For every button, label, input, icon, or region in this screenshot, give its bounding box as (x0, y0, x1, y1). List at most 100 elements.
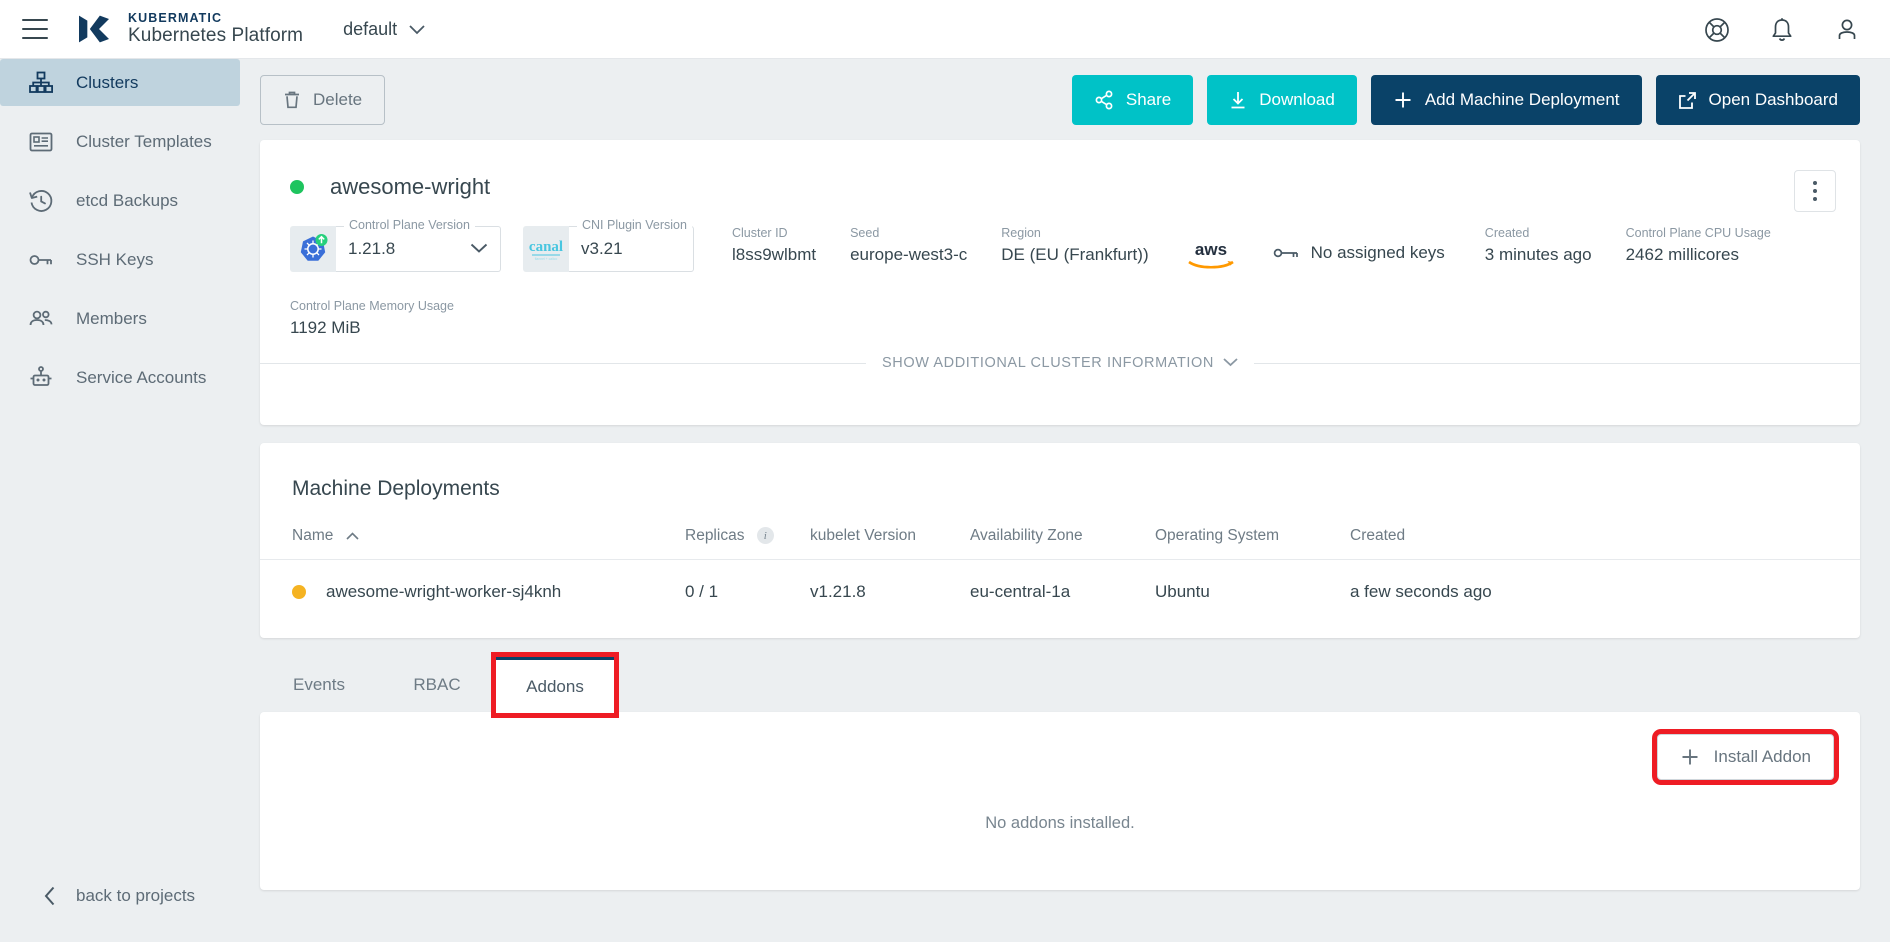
machine-deployments-table: Name Replicas i kubelet Version Availabi… (260, 527, 1860, 602)
add-machine-deployment-button[interactable]: Add Machine Deployment (1371, 75, 1642, 125)
svg-text:aws: aws (1195, 240, 1227, 259)
cni-plugin-version-label: CNI Plugin Version (577, 218, 692, 232)
brand-logo: KUBERMATIC Kubernetes Platform (74, 9, 303, 49)
sidebar-item-etcd-backups[interactable]: etcd Backups (0, 177, 248, 224)
hamburger-icon[interactable] (22, 19, 48, 39)
memory-usage-block: Control Plane Memory Usage 1192 MiB (260, 299, 1826, 338)
provider-block: aws (1183, 238, 1239, 277)
canal-logo-icon: canal flannel + calico (523, 226, 569, 272)
seed-label: Seed (850, 226, 967, 240)
show-more-toggle[interactable]: SHOW ADDITIONAL CLUSTER INFORMATION (866, 355, 1254, 371)
back-to-projects-link[interactable]: back to projects (0, 886, 248, 906)
machine-deployments-title: Machine Deployments (260, 443, 1860, 501)
chevron-down-icon (1223, 355, 1238, 371)
cell-kubelet-version: v1.21.8 (810, 560, 970, 603)
cpu-usage-value: 2462 millicores (1626, 245, 1771, 265)
cluster-status-dot (290, 180, 304, 194)
cell-replicas: 0 / 1 (685, 560, 810, 603)
memory-usage-label: Control Plane Memory Usage (290, 299, 1826, 313)
project-selector[interactable]: default (343, 19, 425, 40)
show-additional-cluster-information[interactable]: SHOW ADDITIONAL CLUSTER INFORMATION (260, 355, 1860, 371)
tab-label: Addons (526, 677, 584, 697)
share-icon (1094, 90, 1114, 110)
install-addon-label: Install Addon (1714, 747, 1811, 767)
svg-text:flannel + calico: flannel + calico (535, 257, 558, 261)
control-plane-version-field[interactable]: Control Plane Version 1.21.8 (290, 226, 501, 272)
machine-deployment-status-dot (292, 585, 306, 599)
tab-label: RBAC (413, 675, 460, 695)
sidebar-item-label: Members (76, 309, 147, 329)
ssh-keys-row: No assigned keys (1273, 243, 1445, 263)
addons-empty-message: No addons installed. (260, 814, 1860, 833)
ssh-keys-icon (28, 247, 54, 273)
sidebar-item-ssh-keys[interactable]: SSH Keys (0, 236, 248, 283)
region-label: Region (1001, 226, 1148, 240)
project-selector-label: default (343, 19, 397, 40)
cluster-templates-icon (28, 129, 54, 155)
cni-plugin-version-field: canal flannel + calico CNI Plugin Versio… (523, 226, 694, 272)
install-addon-button[interactable]: Install Addon (1657, 734, 1834, 780)
notifications-icon[interactable] (1769, 17, 1795, 43)
cpu-usage-block: Control Plane CPU Usage 2462 millicores (1626, 226, 1771, 265)
addons-panel: Install Addon No addons installed. (260, 712, 1860, 890)
machine-deployment-name: awesome-wright-worker-sj4knh (326, 582, 561, 602)
cluster-id-label: Cluster ID (732, 226, 816, 240)
cluster-more-options-button[interactable] (1794, 170, 1836, 212)
sidebar-item-label: SSH Keys (76, 250, 153, 270)
cluster-id-value: l8ss9wlbmt (732, 245, 816, 265)
show-more-label: SHOW ADDITIONAL CLUSTER INFORMATION (882, 355, 1214, 371)
region-block: Region DE (EU (Frankfurt)) (1001, 226, 1148, 265)
cluster-meta-row: Control Plane Version 1.21.8 canal flann… (260, 200, 1860, 277)
cluster-name: awesome-wright (330, 174, 490, 200)
download-icon (1229, 90, 1247, 110)
topbar-icons (1704, 0, 1860, 59)
sidebar-item-label: Service Accounts (76, 368, 206, 388)
table-header-row: Name Replicas i kubelet Version Availabi… (260, 527, 1860, 560)
region-value: DE (EU (Frankfurt)) (1001, 245, 1148, 265)
sidebar-item-members[interactable]: Members (0, 295, 248, 342)
open-dashboard-label: Open Dashboard (1709, 90, 1838, 110)
share-button[interactable]: Share (1072, 75, 1193, 125)
open-dashboard-button[interactable]: Open Dashboard (1656, 75, 1860, 125)
seed-value: europe-west3-c (850, 245, 967, 265)
sidebar-item-cluster-templates[interactable]: Cluster Templates (0, 118, 248, 165)
cell-availability-zone: eu-central-1a (970, 560, 1155, 603)
column-header-created: Created (1350, 527, 1860, 560)
members-icon (28, 306, 54, 332)
sidebar-item-service-accounts[interactable]: Service Accounts (0, 354, 248, 401)
column-header-name[interactable]: Name (260, 527, 685, 560)
user-account-icon[interactable] (1834, 17, 1860, 43)
sort-ascending-icon (346, 527, 359, 545)
created-value: 3 minutes ago (1485, 245, 1592, 265)
sidebar-item-clusters[interactable]: Clusters (0, 59, 240, 106)
cell-operating-system: Ubuntu (1155, 560, 1350, 603)
trash-icon (283, 90, 301, 110)
cluster-id-block: Cluster ID l8ss9wlbmt (732, 226, 816, 265)
machine-deployments-card: Machine Deployments Name Replicas i (260, 443, 1860, 638)
ssh-keys-block: No assigned keys (1273, 226, 1445, 263)
sidebar-item-label: etcd Backups (76, 191, 178, 211)
cni-plugin-version-value: v3.21 (581, 239, 623, 259)
created-label: Created (1485, 226, 1592, 240)
clusters-icon (28, 70, 54, 96)
external-link-icon (1678, 91, 1697, 110)
tab-addons[interactable]: Addons (496, 657, 614, 713)
detail-tabs: Events RBAC Addons (260, 657, 1860, 713)
delete-button[interactable]: Delete (260, 75, 385, 125)
tab-rbac[interactable]: RBAC (378, 657, 496, 713)
tab-events[interactable]: Events (260, 657, 378, 713)
cell-name: awesome-wright-worker-sj4knh (260, 560, 685, 603)
chevron-down-icon[interactable] (470, 241, 488, 259)
sidebar-item-label: Cluster Templates (76, 132, 212, 152)
table-row[interactable]: awesome-wright-worker-sj4knh 0 / 1 v1.21… (260, 560, 1860, 603)
info-icon[interactable]: i (757, 527, 774, 544)
download-button[interactable]: Download (1207, 75, 1357, 125)
sidebar: Clusters Cluster Templates etcd Back (0, 59, 248, 942)
memory-usage-value: 1192 MiB (290, 318, 1826, 338)
delete-button-label: Delete (313, 90, 362, 110)
plus-icon (1680, 747, 1700, 767)
created-block: Created 3 minutes ago (1485, 226, 1592, 265)
divider-left (260, 363, 866, 364)
ssh-keys-value: No assigned keys (1311, 243, 1445, 263)
help-icon[interactable] (1704, 17, 1730, 43)
